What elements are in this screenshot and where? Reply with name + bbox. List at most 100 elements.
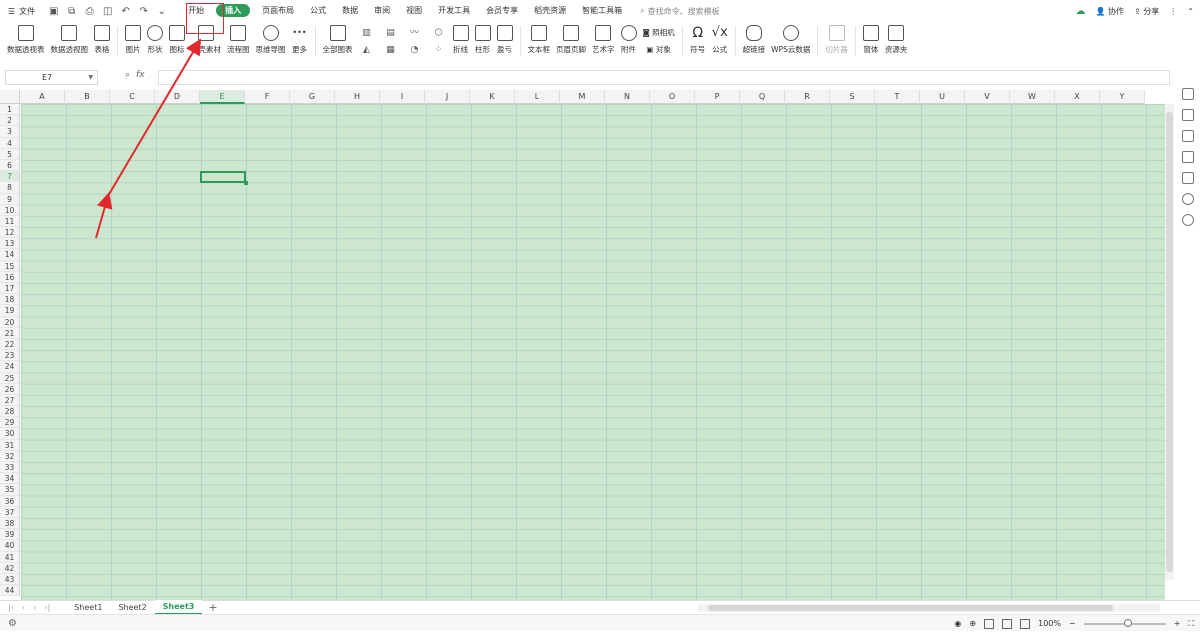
first-sheet-icon[interactable]: |‹	[8, 603, 14, 612]
last-sheet-icon[interactable]: ›|	[44, 603, 50, 612]
row-header[interactable]: 18	[0, 294, 19, 306]
ribbon-attachment[interactable]: 附件	[618, 22, 640, 60]
help-icon[interactable]	[1181, 214, 1194, 226]
stat-chart-icon[interactable]: ▦	[380, 42, 402, 58]
row-header[interactable]: 32	[0, 451, 19, 462]
row-header[interactable]: 28	[0, 406, 19, 418]
row-header[interactable]: 37	[0, 507, 19, 518]
ribbon-pivot-table[interactable]: 数据透视表	[4, 22, 48, 60]
row-header[interactable]: 42	[0, 563, 19, 574]
page-layout-view-icon[interactable]	[1002, 618, 1013, 629]
location-icon[interactable]	[1181, 193, 1194, 205]
next-sheet-icon[interactable]: ›	[33, 603, 36, 612]
row-header[interactable]: 11	[0, 216, 19, 228]
ribbon-shapes[interactable]: 形状	[144, 22, 166, 60]
row-header[interactable]: 38	[0, 518, 19, 530]
row-header[interactable]: 39	[0, 529, 19, 541]
fx-label[interactable]: ⌕ fx	[125, 70, 145, 80]
macro-icon[interactable]: ⚙	[0, 618, 17, 629]
row-header[interactable]: 8	[0, 182, 19, 194]
zoom-search-icon[interactable]: ⌕	[125, 70, 130, 80]
row-header[interactable]: 6	[0, 160, 19, 172]
row-header[interactable]: 33	[0, 462, 19, 474]
column-header[interactable]: R	[785, 90, 830, 104]
vertical-scrollbar[interactable]	[1165, 104, 1174, 580]
row-header[interactable]: 29	[0, 417, 19, 429]
ribbon-pivot-chart[interactable]: 数据透视图	[48, 22, 92, 60]
more-options-icon[interactable]: ⋮	[1169, 7, 1177, 16]
language-icon[interactable]: ⊕	[969, 619, 976, 628]
tab-docer[interactable]: 稻壳资源	[526, 0, 574, 22]
column-header[interactable]: J	[425, 90, 470, 104]
tab-data[interactable]: 数据	[334, 0, 366, 22]
ribbon-table[interactable]: 表格	[91, 22, 113, 60]
ribbon-header-footer[interactable]: 页眉页脚	[553, 22, 589, 60]
ribbon-sparkline-line[interactable]: 折线	[450, 22, 472, 60]
row-header[interactable]: 41	[0, 552, 19, 563]
row-header[interactable]: 27	[0, 395, 19, 407]
zoom-thumb[interactable]	[1123, 618, 1132, 627]
scroll-thumb[interactable]	[708, 605, 1113, 611]
column-header[interactable]: V	[965, 90, 1010, 104]
row-header[interactable]: 34	[0, 473, 19, 485]
ribbon-equation[interactable]: √x 公式	[709, 22, 731, 60]
prev-sheet-icon[interactable]: ‹	[22, 603, 25, 612]
row-header[interactable]: 1	[0, 104, 19, 116]
cell-area[interactable]	[21, 104, 1165, 600]
column-header[interactable]: W	[1010, 90, 1055, 104]
row-header[interactable]: 25	[0, 373, 19, 384]
row-header[interactable]: 2	[0, 115, 19, 127]
zoom-slider[interactable]	[1083, 618, 1166, 627]
collapse-ribbon-icon[interactable]: ⌃	[1187, 7, 1194, 16]
ribbon-object[interactable]: ◙ 照相机 ▣ 对象	[640, 22, 678, 60]
fullscreen-icon[interactable]: ⛶	[1188, 619, 1194, 629]
row-header[interactable]: 13	[0, 238, 19, 250]
row-header[interactable]: 44	[0, 585, 19, 597]
row-header[interactable]: 15	[0, 261, 19, 272]
normal-view-icon[interactable]	[984, 618, 995, 629]
name-box[interactable]: E7 ▼	[5, 70, 98, 85]
row-header[interactable]: 21	[0, 328, 19, 339]
area-chart-icon[interactable]: ◭	[356, 42, 378, 58]
row-header[interactable]: 10	[0, 205, 19, 216]
scatter-chart-icon[interactable]: ⁘	[428, 42, 450, 58]
radar-chart-icon[interactable]: ⬡	[428, 25, 450, 41]
pie-chart-icon[interactable]: ◔	[404, 42, 426, 58]
page-break-view-icon[interactable]	[1020, 618, 1031, 629]
column-header[interactable]: N	[605, 90, 650, 104]
ribbon-wordart[interactable]: 艺术字	[589, 22, 618, 60]
ribbon-picture[interactable]: 图片	[122, 22, 144, 60]
row-header[interactable]: 24	[0, 361, 19, 373]
image-tools-icon[interactable]	[1181, 172, 1194, 184]
column-header[interactable]: Q	[740, 90, 785, 104]
camera-button[interactable]: ◙ 照相机	[643, 25, 675, 41]
select-all-corner[interactable]	[0, 90, 20, 104]
ribbon-slicer[interactable]: 切片器	[822, 22, 851, 60]
column-header[interactable]: M	[560, 90, 605, 104]
ribbon-form[interactable]: 窗体	[860, 22, 882, 60]
row-header[interactable]: 3	[0, 126, 19, 138]
row-header[interactable]: 9	[0, 194, 19, 205]
column-header[interactable]: S	[830, 90, 875, 104]
column-header[interactable]: X	[1055, 90, 1100, 104]
collab-button[interactable]: 👤 协作	[1096, 6, 1125, 17]
zoom-level[interactable]: 100%	[1038, 619, 1061, 628]
column-header[interactable]: D	[155, 90, 200, 104]
tab-formulas[interactable]: 公式	[302, 0, 334, 22]
column-header[interactable]: F	[245, 90, 290, 104]
selected-cell[interactable]	[200, 171, 248, 185]
zoom-in-icon[interactable]: +	[1174, 619, 1181, 628]
zoom-out-icon[interactable]: −	[1069, 619, 1076, 628]
ribbon-more[interactable]: ••• 更多	[289, 22, 311, 60]
tab-review[interactable]: 审阅	[366, 0, 398, 22]
file-menu[interactable]: ☰ 文件	[0, 0, 43, 22]
row-header[interactable]: 4	[0, 138, 19, 149]
row-header[interactable]: 12	[0, 227, 19, 239]
row-header[interactable]: 23	[0, 350, 19, 362]
column-header[interactable]: U	[920, 90, 965, 104]
formula-input[interactable]	[158, 70, 1170, 85]
ribbon-resource-folder[interactable]: 资源夹	[882, 22, 911, 60]
export-icon[interactable]: ⧉	[65, 5, 78, 18]
tab-page-layout[interactable]: 页面布局	[254, 0, 302, 22]
undo-icon[interactable]: ↶	[119, 5, 132, 18]
